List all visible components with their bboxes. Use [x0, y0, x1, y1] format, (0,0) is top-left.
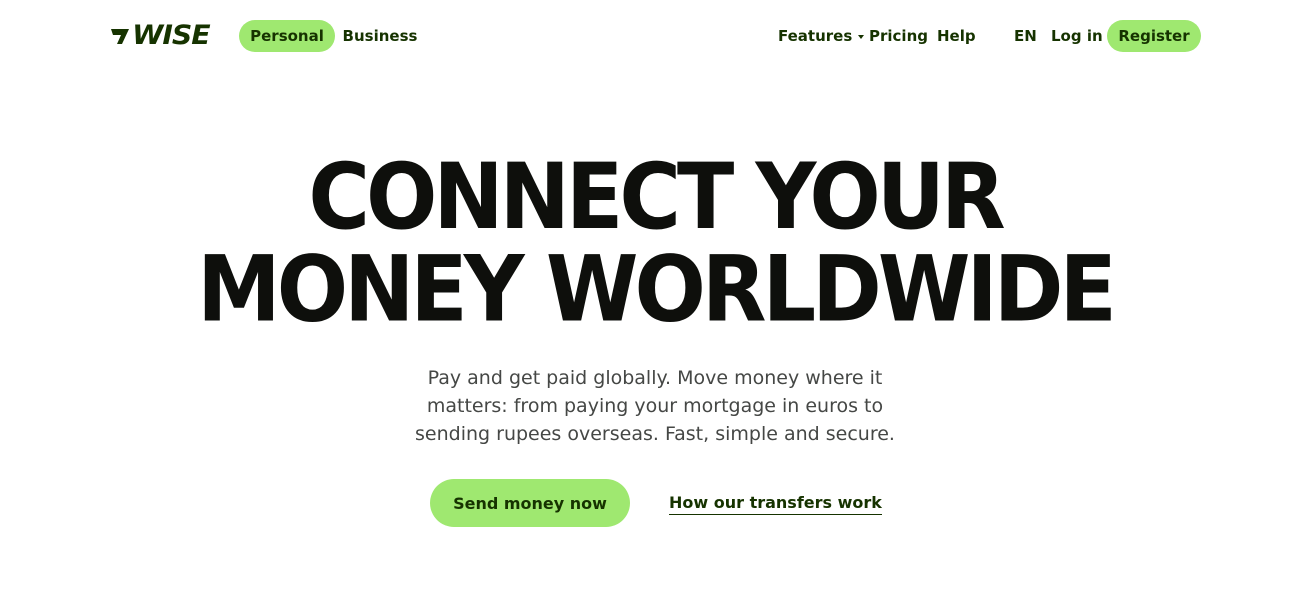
hero-title: CONNECT YOUR MONEY WORLDWIDE	[0, 150, 1310, 336]
hero-title-line-2: MONEY WORLDWIDE	[197, 236, 1117, 343]
how-transfers-work-link[interactable]: How our transfers work	[669, 491, 882, 515]
hero-title-line-1: CONNECT YOUR	[308, 143, 1005, 250]
wise-logo[interactable]: WISE	[109, 19, 211, 51]
tab-business[interactable]: Business	[336, 20, 424, 52]
tab-personal[interactable]: Personal	[239, 20, 335, 52]
hero-subtitle: Pay and get paid globally. Move money wh…	[0, 364, 1310, 448]
help-link[interactable]: Help	[937, 20, 976, 52]
register-button[interactable]: Register	[1107, 20, 1201, 52]
login-link[interactable]: Log in	[1051, 20, 1103, 52]
language-selector[interactable]: EN	[1014, 20, 1037, 52]
hero-subtitle-line-1: Pay and get paid globally. Move money wh…	[427, 367, 883, 389]
features-menu[interactable]: Features	[778, 20, 865, 52]
features-label: Features	[778, 27, 853, 45]
chevron-down-icon	[858, 34, 865, 39]
hero-subtitle-line-3: sending rupees overseas. Fast, simple an…	[415, 423, 895, 445]
hero-subtitle-line-2: matters: from paying your mortgage in eu…	[426, 395, 884, 417]
logo-wordmark: WISE	[132, 19, 210, 51]
pricing-link[interactable]: Pricing	[869, 20, 928, 52]
wise-flag-icon	[111, 29, 129, 44]
top-navigation: WISE Personal Business Features Pricing …	[0, 0, 1310, 72]
send-money-button[interactable]: Send money now	[430, 479, 630, 527]
